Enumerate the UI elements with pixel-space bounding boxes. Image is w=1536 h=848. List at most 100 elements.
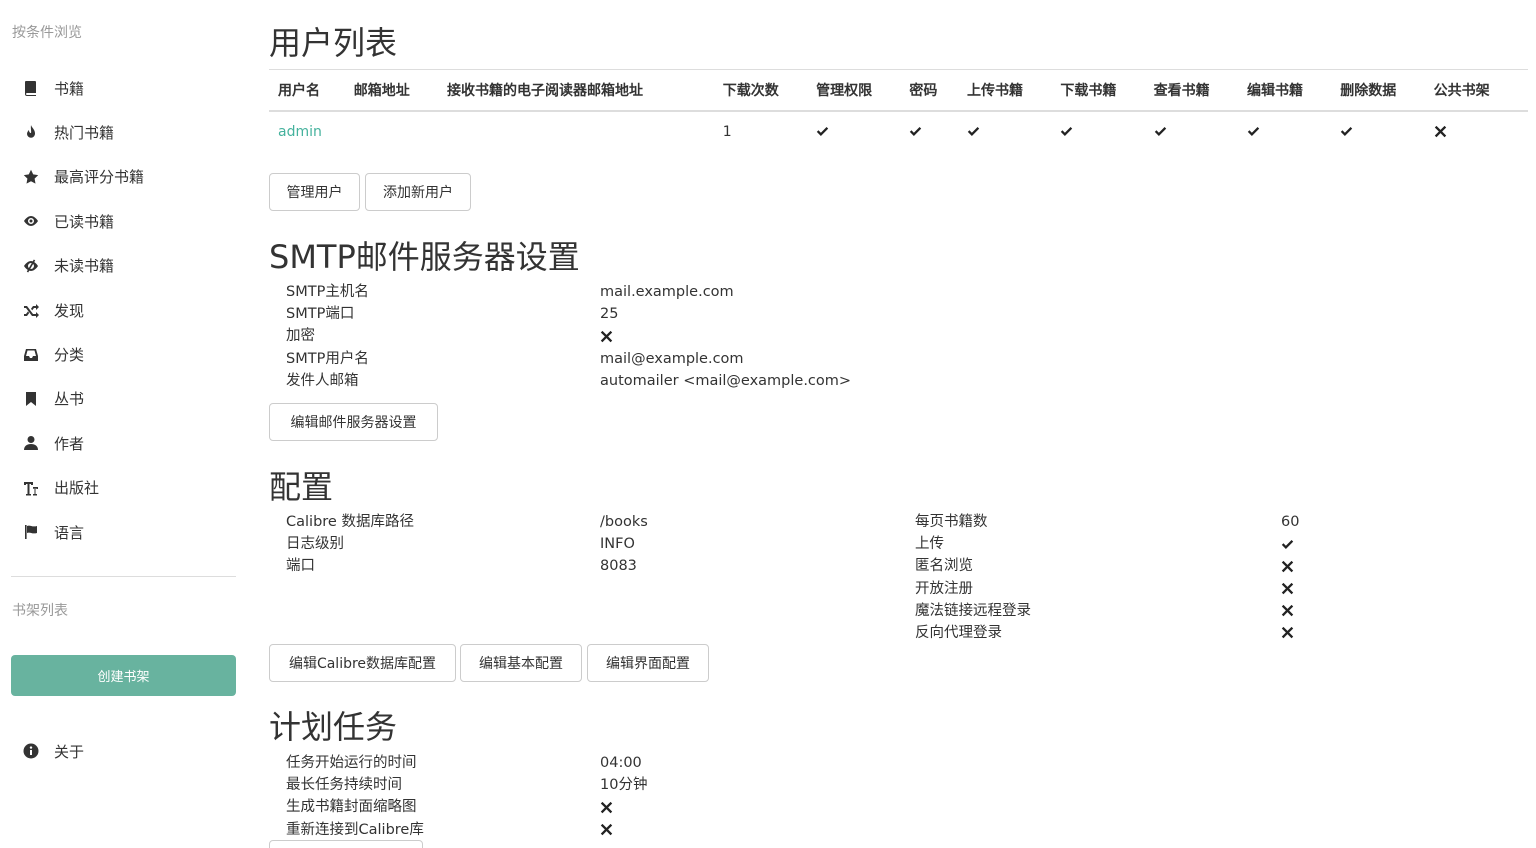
check-icon [1340, 124, 1353, 140]
tasks-values: 04:00 10分钟 [600, 752, 647, 841]
view-cell [1154, 111, 1247, 152]
setting-value: 8083 [600, 558, 637, 575]
password-cell [909, 111, 967, 152]
sidebar-item-label: 最高评分书籍 [54, 168, 145, 187]
users-title: 用户列表 [269, 24, 398, 62]
manage-users-button[interactable]: 管理用户 [269, 173, 360, 211]
setting-label: 端口 [286, 558, 315, 575]
setting-label: 重新连接到Calibre库 [286, 821, 424, 838]
email-cell [354, 111, 447, 152]
username-link[interactable]: admin [278, 124, 322, 140]
cross-icon [1281, 600, 1299, 622]
sidebar-item-about[interactable]: 关于 [0, 729, 248, 773]
setting-label: 开放注册 [915, 580, 973, 597]
upload-cell [967, 111, 1060, 152]
check-icon [1247, 124, 1260, 140]
column-header[interactable]: 邮箱地址 [353, 69, 448, 112]
setting-label: SMTP端口 [286, 306, 355, 323]
sidebar-item-8[interactable]: 作者 [0, 421, 248, 465]
setting-label: 任务开始运行的时间 [286, 755, 417, 771]
setting-value: /books [600, 514, 648, 530]
setting-label: SMTP主机名 [286, 284, 369, 300]
eye-slash-icon [20, 258, 42, 274]
sidebar-item-2[interactable]: 最高评分书籍 [0, 155, 248, 199]
user-icon [20, 435, 42, 451]
setting-value: mail.example.com [600, 284, 734, 300]
random-icon [20, 302, 42, 319]
sidebar-item-7[interactable]: 丛书 [0, 377, 248, 421]
sidebar-item-label: 关于 [54, 742, 85, 761]
sidebar-item-9[interactable]: 出版社 [0, 466, 248, 510]
setting-value: automailer <mail@example.com> [600, 372, 852, 389]
downloads-cell: 1 [722, 123, 732, 140]
smtp-values: mail.example.com 25 mail@example.com automa… [600, 281, 851, 392]
column-header[interactable]: 上传书籍 [967, 69, 1061, 112]
sidebar-item-1[interactable]: 热门书籍 [0, 110, 248, 154]
sidebar-item-10[interactable]: 语言 [0, 510, 248, 554]
cross-icon [1281, 578, 1299, 600]
edit-tasks-button[interactable] [269, 840, 423, 848]
cross-icon [1434, 124, 1447, 140]
setting-value: 25 [600, 306, 619, 323]
setting-label: 日志级别 [286, 536, 344, 553]
sidebar-item-5[interactable]: 发现 [0, 288, 248, 332]
shelves-heading: 书架列表 [12, 603, 68, 619]
info-icon [20, 743, 42, 759]
column-header[interactable]: 密码 [909, 69, 968, 112]
sidebar-item-4[interactable]: 未读书籍 [0, 244, 248, 288]
sidebar-item-label: 出版社 [54, 479, 100, 498]
column-header[interactable]: 删除数据 [1340, 69, 1434, 112]
sidebar-item-0[interactable]: 书籍 [0, 66, 248, 110]
check-icon [909, 124, 922, 140]
edit-smtp-button[interactable]: 编辑邮件服务器设置 [269, 403, 438, 441]
delete-cell [1340, 111, 1433, 152]
sidebar-item-3[interactable]: 已读书籍 [0, 199, 248, 243]
admin-cell [816, 111, 909, 152]
public_shelf-cell [1434, 111, 1528, 152]
bookmark-icon [20, 391, 42, 407]
setting-label: 魔法链接远程登录 [915, 602, 1031, 619]
tasks-labels: 任务开始运行的时间 最长任务持续时间 生成书籍封面缩略图 重新连接到Calibre库 [286, 752, 424, 841]
edit-basic-config-button[interactable]: 编辑基本配置 [460, 644, 582, 682]
table-row: admin 1 [269, 111, 1528, 152]
cross-icon [600, 796, 647, 818]
setting-label: 发件人邮箱 [286, 372, 359, 389]
star-icon [20, 169, 42, 185]
create-shelf-button[interactable]: 创建书架 [11, 655, 236, 696]
sidebar-item-label: 语言 [54, 523, 85, 542]
edit-ui-config-button[interactable]: 编辑界面配置 [587, 644, 709, 682]
column-header[interactable]: 编辑书籍 [1246, 69, 1341, 112]
sidebar-item-label: 分类 [54, 346, 85, 365]
column-header[interactable]: 用户名 [269, 69, 354, 112]
config-right-values: 60 [1281, 511, 1299, 644]
column-header[interactable]: 查看书籍 [1153, 69, 1247, 112]
sidebar-item-label: 已读书籍 [54, 212, 115, 231]
column-header[interactable]: 下载书籍 [1060, 69, 1154, 112]
add-user-button[interactable]: 添加新用户 [365, 173, 471, 211]
column-header[interactable]: 管理权限 [816, 69, 910, 112]
column-header[interactable]: 下载次数 [722, 69, 817, 112]
cross-icon [1281, 622, 1299, 644]
sidebar-item-6[interactable]: 分类 [0, 332, 248, 376]
column-header[interactable]: 接收书籍的电子阅读器邮箱地址 [447, 69, 723, 112]
setting-label: 上传 [915, 536, 944, 553]
download-cell [1060, 111, 1153, 152]
setting-label: 反向代理登录 [915, 624, 1002, 641]
config-left-values: /books INFO 8083 [600, 511, 648, 578]
setting-value: 60 [1281, 514, 1300, 530]
setting-label: 生成书籍封面缩略图 [286, 799, 417, 816]
config-left-labels: Calibre 数据库路径 日志级别 端口 [286, 511, 414, 578]
edit-calibre-db-button[interactable]: 编辑Calibre数据库配置 [269, 644, 456, 682]
cross-icon [1281, 555, 1299, 577]
check-icon [816, 124, 829, 140]
edit-cell [1247, 111, 1340, 152]
column-header[interactable]: 公共书架 [1433, 69, 1528, 112]
sidebar-item-label: 作者 [54, 434, 85, 453]
setting-value: mail@example.com [600, 350, 744, 367]
sidebar: 按条件浏览 书籍 热门书籍 最高评分书籍 已读书籍 未读书籍 发现 分类 丛书 作者 出版社 语言 … [0, 0, 248, 848]
cross-icon [600, 819, 647, 841]
kindle-email-cell [447, 111, 723, 152]
sidebar-item-label: 丛书 [54, 390, 85, 409]
setting-label: 最长任务持续时间 [286, 777, 402, 794]
check-icon [1060, 124, 1073, 140]
